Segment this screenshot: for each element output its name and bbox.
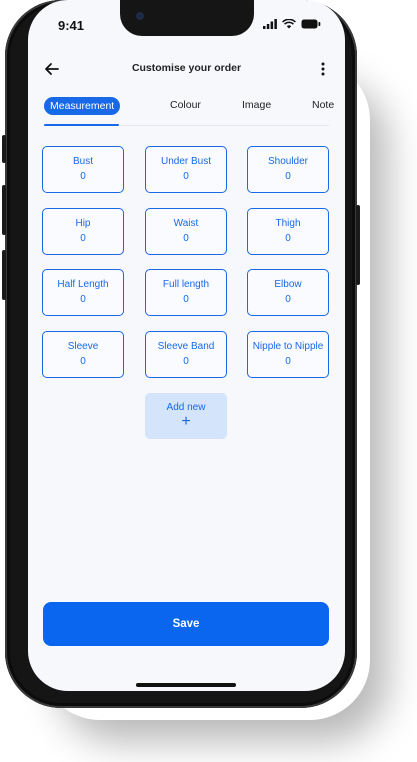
- plus-icon: +: [181, 413, 191, 430]
- tab-colour[interactable]: Colour: [170, 99, 201, 111]
- measurement-value: 0: [80, 294, 86, 305]
- measurement-bust[interactable]: Bust 0: [42, 146, 124, 193]
- measurement-label: Sleeve Band: [157, 341, 215, 352]
- status-time: 9:41: [58, 18, 85, 33]
- app-header: Customise your order: [28, 56, 345, 84]
- measurement-sleeve-band[interactable]: Sleeve Band 0: [145, 331, 227, 378]
- measurement-elbow[interactable]: Elbow 0: [247, 269, 329, 316]
- tab-bar: Measurement Colour Image Note: [44, 96, 334, 126]
- signal-icon: [263, 19, 277, 29]
- measurement-label: Sleeve: [67, 341, 99, 352]
- tab-image[interactable]: Image: [242, 99, 271, 111]
- page-title: Customise your order: [131, 62, 242, 74]
- measurement-label: Under Bust: [160, 156, 212, 167]
- measurement-label: Shoulder: [267, 156, 309, 167]
- measurement-half-length[interactable]: Half Length 0: [42, 269, 124, 316]
- measurement-value: 0: [183, 233, 189, 244]
- stage: 9:41 Customise your order Measurement Co…: [0, 0, 417, 762]
- measurement-label: Waist: [173, 218, 199, 229]
- measurement-label: Elbow: [274, 279, 302, 290]
- phone-frame: 9:41 Customise your order Measurement Co…: [2, 0, 360, 708]
- measurement-value: 0: [183, 294, 189, 305]
- status-icons: [263, 19, 321, 29]
- add-new-measurement-button[interactable]: Add new +: [145, 393, 227, 439]
- measurement-value: 0: [285, 356, 291, 367]
- active-tab-indicator: [44, 124, 119, 126]
- measurement-label: Bust: [72, 156, 93, 167]
- tab-measurement[interactable]: Measurement: [44, 97, 121, 115]
- mute-switch: [2, 135, 6, 163]
- app-screen: 9:41 Customise your order Measurement Co…: [28, 0, 345, 691]
- tab-note[interactable]: Note: [312, 99, 334, 111]
- add-new-label: Add new: [166, 402, 206, 413]
- measurement-label: Thigh: [275, 218, 301, 229]
- volume-up-button: [2, 185, 6, 235]
- measurement-label: Full length: [162, 279, 210, 290]
- measurement-sleeve[interactable]: Sleeve 0: [42, 331, 124, 378]
- measurement-value: 0: [80, 171, 86, 182]
- measurement-value: 0: [285, 294, 291, 305]
- measurement-waist[interactable]: Waist 0: [145, 208, 227, 255]
- measurement-thigh[interactable]: Thigh 0: [247, 208, 329, 255]
- measurement-nipple-to-nipple[interactable]: Nipple to Nipple 0: [247, 331, 329, 378]
- measurement-value: 0: [80, 233, 86, 244]
- measurement-label: Hip: [75, 218, 91, 229]
- more-options-icon[interactable]: [317, 59, 329, 79]
- battery-icon: [301, 19, 321, 29]
- measurement-shoulder[interactable]: Shoulder 0: [247, 146, 329, 193]
- measurement-label: Half Length: [57, 279, 109, 290]
- measurement-full-length[interactable]: Full length 0: [145, 269, 227, 316]
- volume-down-button: [2, 250, 6, 300]
- measurement-value: 0: [183, 171, 189, 182]
- measurement-value: 0: [80, 356, 86, 367]
- home-indicator: [136, 683, 236, 687]
- power-button: [356, 205, 360, 285]
- camera-icon: [136, 12, 144, 20]
- measurement-hip[interactable]: Hip 0: [42, 208, 124, 255]
- measurement-value: 0: [285, 233, 291, 244]
- save-button[interactable]: Save: [43, 602, 329, 646]
- measurement-under-bust[interactable]: Under Bust 0: [145, 146, 227, 193]
- measurement-value: 0: [285, 171, 291, 182]
- wifi-icon: [282, 19, 296, 29]
- measurement-value: 0: [183, 356, 189, 367]
- measurement-label: Nipple to Nipple: [252, 341, 324, 352]
